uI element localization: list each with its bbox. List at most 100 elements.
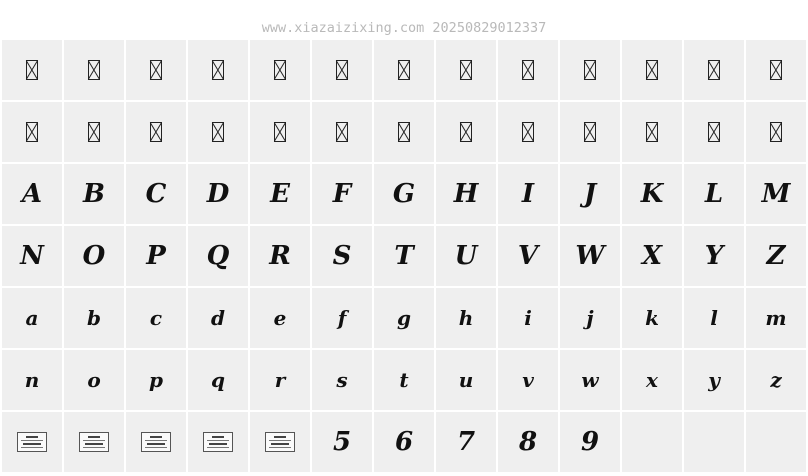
glyph-cell bbox=[436, 102, 496, 162]
glyph-cell: L bbox=[684, 164, 744, 224]
missing-glyph-icon bbox=[150, 122, 162, 142]
glyph-cell bbox=[250, 102, 310, 162]
glyph-cell: w bbox=[560, 350, 620, 410]
glyph-cell: X bbox=[622, 226, 682, 286]
glyph-cell bbox=[436, 40, 496, 100]
glyph-cell bbox=[64, 102, 124, 162]
glyph-cell bbox=[64, 412, 124, 472]
glyph-cell: T bbox=[374, 226, 434, 286]
glyph-cell: 9 bbox=[560, 412, 620, 472]
glyph-cell: a bbox=[2, 288, 62, 348]
glyph-cell: u bbox=[436, 350, 496, 410]
missing-glyph-icon bbox=[88, 122, 100, 142]
glyph-cell: i bbox=[498, 288, 558, 348]
missing-glyph-icon bbox=[522, 60, 534, 80]
empty-cell bbox=[622, 412, 682, 472]
glyph-cell bbox=[2, 412, 62, 472]
glyph-cell bbox=[188, 102, 248, 162]
glyph-cell: R bbox=[250, 226, 310, 286]
glyph-grid: ABCDEFGHIJKLM NOPQRSTUVWXYZabcdefghijklm n… bbox=[2, 40, 806, 472]
glyph-cell bbox=[684, 102, 744, 162]
glyph-cell: d bbox=[188, 288, 248, 348]
glyph-cell bbox=[498, 40, 558, 100]
glyph-cell: M bbox=[746, 164, 806, 224]
label-image-icon bbox=[203, 432, 233, 452]
glyph-cell bbox=[126, 412, 186, 472]
glyph-cell: 6 bbox=[374, 412, 434, 472]
glyph-cell bbox=[746, 40, 806, 100]
missing-glyph-icon bbox=[708, 60, 720, 80]
glyph-cell: I bbox=[498, 164, 558, 224]
glyph-cell bbox=[250, 40, 310, 100]
glyph-cell: Z bbox=[746, 226, 806, 286]
glyph-cell bbox=[312, 40, 372, 100]
glyph-cell: l bbox=[684, 288, 744, 348]
empty-cell bbox=[684, 412, 744, 472]
glyph-cell: g bbox=[374, 288, 434, 348]
glyph-cell bbox=[560, 102, 620, 162]
glyph-cell: r bbox=[250, 350, 310, 410]
missing-glyph-icon bbox=[770, 122, 782, 142]
glyph-cell bbox=[746, 102, 806, 162]
label-image-icon bbox=[79, 432, 109, 452]
glyph-cell: n bbox=[2, 350, 62, 410]
glyph-cell: y bbox=[684, 350, 744, 410]
glyph-cell: C bbox=[126, 164, 186, 224]
missing-glyph-icon bbox=[212, 60, 224, 80]
glyph-cell: U bbox=[436, 226, 496, 286]
glyph-cell: o bbox=[64, 350, 124, 410]
glyph-cell: x bbox=[622, 350, 682, 410]
glyph-cell: K bbox=[622, 164, 682, 224]
missing-glyph-icon bbox=[460, 60, 472, 80]
missing-glyph-icon bbox=[646, 122, 658, 142]
missing-glyph-icon bbox=[336, 60, 348, 80]
glyph-cell: H bbox=[436, 164, 496, 224]
glyph-cell bbox=[126, 40, 186, 100]
missing-glyph-icon bbox=[88, 60, 100, 80]
glyph-cell: A bbox=[2, 164, 62, 224]
glyph-cell bbox=[374, 40, 434, 100]
missing-glyph-icon bbox=[522, 122, 534, 142]
glyph-cell: B bbox=[64, 164, 124, 224]
glyph-cell: j bbox=[560, 288, 620, 348]
glyph-cell bbox=[312, 102, 372, 162]
glyph-cell bbox=[188, 40, 248, 100]
label-image-icon bbox=[141, 432, 171, 452]
missing-glyph-icon bbox=[770, 60, 782, 80]
glyph-cell: Y bbox=[684, 226, 744, 286]
glyph-cell: h bbox=[436, 288, 496, 348]
missing-glyph-icon bbox=[26, 60, 38, 80]
watermark-header: www.xiazaizixing.com 20250829012337 bbox=[0, 0, 808, 38]
glyph-cell bbox=[560, 40, 620, 100]
glyph-cell: 5 bbox=[312, 412, 372, 472]
label-image-icon bbox=[265, 432, 295, 452]
glyph-cell: s bbox=[312, 350, 372, 410]
glyph-cell: J bbox=[560, 164, 620, 224]
glyph-cell: k bbox=[622, 288, 682, 348]
missing-glyph-icon bbox=[398, 60, 410, 80]
glyph-cell: m bbox=[746, 288, 806, 348]
glyph-cell bbox=[126, 102, 186, 162]
glyph-cell: q bbox=[188, 350, 248, 410]
glyph-cell: E bbox=[250, 164, 310, 224]
missing-glyph-icon bbox=[150, 60, 162, 80]
glyph-cell: W bbox=[560, 226, 620, 286]
glyph-cell: V bbox=[498, 226, 558, 286]
glyph-cell: 7 bbox=[436, 412, 496, 472]
missing-glyph-icon bbox=[708, 122, 720, 142]
missing-glyph-icon bbox=[584, 122, 596, 142]
missing-glyph-icon bbox=[274, 60, 286, 80]
glyph-cell: Q bbox=[188, 226, 248, 286]
empty-cell bbox=[746, 412, 806, 472]
label-image-icon bbox=[17, 432, 47, 452]
missing-glyph-icon bbox=[398, 122, 410, 142]
missing-glyph-icon bbox=[336, 122, 348, 142]
glyph-cell: G bbox=[374, 164, 434, 224]
glyph-cell: N bbox=[2, 226, 62, 286]
glyph-cell: P bbox=[126, 226, 186, 286]
glyph-cell: v bbox=[498, 350, 558, 410]
glyph-cell: p bbox=[126, 350, 186, 410]
glyph-cell: D bbox=[188, 164, 248, 224]
missing-glyph-icon bbox=[646, 60, 658, 80]
glyph-cell bbox=[64, 40, 124, 100]
